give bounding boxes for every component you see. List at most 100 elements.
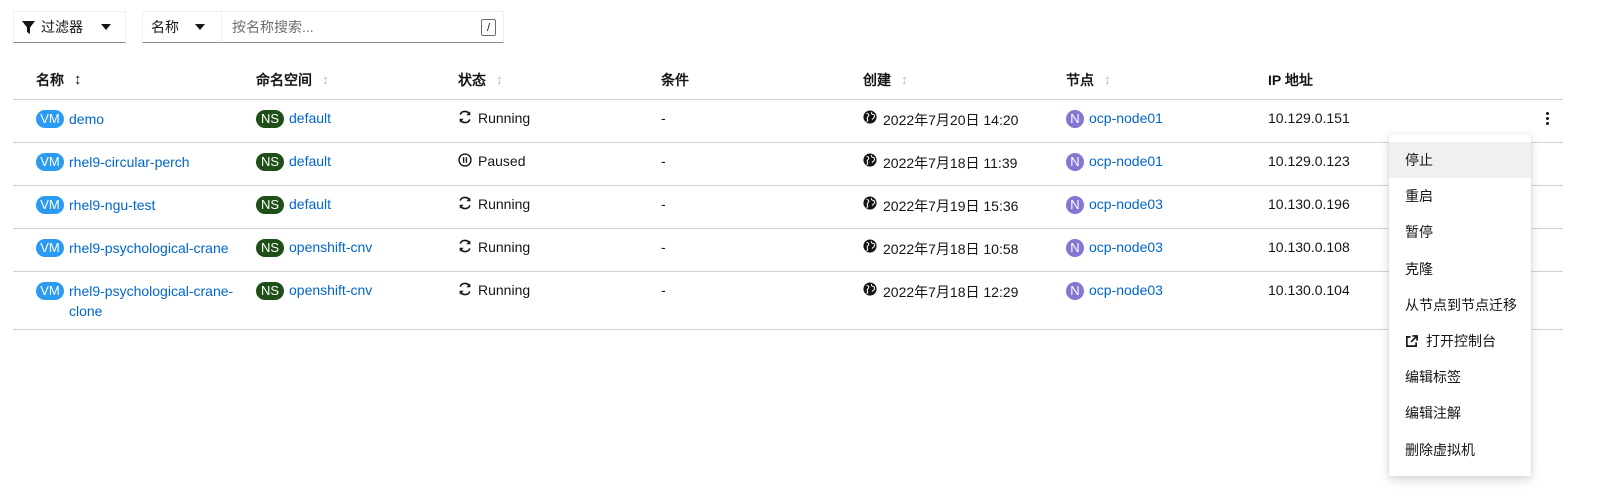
- search-attribute-label: 名称: [151, 19, 179, 35]
- column-header-created[interactable]: 创建 ↕: [863, 61, 1066, 100]
- ip-address: 10.130.0.108: [1268, 238, 1350, 255]
- sort-icon[interactable]: ↕: [322, 73, 329, 86]
- vm-name-link[interactable]: rhel9-psychological-crane: [69, 238, 239, 258]
- vm-name-link[interactable]: rhel9-circular-perch: [69, 152, 239, 172]
- filter-icon: [22, 20, 35, 34]
- table-row: VM rhel9-circular-perch NS default Pause…: [13, 142, 1563, 186]
- table-row: VM rhel9-psychological-crane-clone NS op…: [13, 271, 1563, 330]
- menu-item[interactable]: 编辑注解: [1389, 395, 1531, 431]
- vm-badge: VM: [36, 152, 64, 171]
- node-badge: N: [1066, 281, 1084, 300]
- menu-item[interactable]: 删除虚拟机: [1389, 432, 1531, 468]
- created-timestamp: 2022年7月18日 10:58: [883, 240, 1019, 257]
- sync-icon: [458, 110, 472, 124]
- conditions-text: -: [661, 238, 666, 255]
- menu-item-label: 打开控制台: [1426, 333, 1496, 350]
- sort-icon[interactable]: ↕: [74, 72, 82, 87]
- namespace-badge: NS: [256, 152, 284, 171]
- menu-item-label: 暂停: [1405, 224, 1433, 241]
- globe-icon: [863, 152, 877, 167]
- namespace-link[interactable]: default: [289, 110, 331, 126]
- menu-item-label: 重启: [1405, 188, 1433, 205]
- menu-item[interactable]: 从节点到节点迁移: [1389, 287, 1531, 323]
- created-timestamp: 2022年7月18日 12:29: [883, 283, 1019, 300]
- globe-icon: [863, 195, 877, 210]
- vm-badge: VM: [36, 238, 64, 257]
- kebab-menu-icon[interactable]: [1540, 111, 1554, 125]
- globe-icon: [863, 109, 877, 124]
- menu-item[interactable]: 编辑标签: [1389, 359, 1531, 395]
- namespace-badge: NS: [256, 281, 284, 300]
- caret-down-icon: [195, 24, 205, 30]
- menu-item[interactable]: 重启: [1389, 178, 1531, 214]
- toolbar: 过滤器 名称 /: [13, 11, 504, 43]
- column-header-ip: IP 地址: [1268, 61, 1468, 100]
- vm-name-link[interactable]: rhel9-psychological-crane-clone: [69, 281, 239, 321]
- conditions-text: -: [661, 109, 666, 126]
- ip-address: 10.129.0.151: [1268, 109, 1350, 126]
- sync-icon: [458, 196, 472, 210]
- ip-address: 10.129.0.123: [1268, 152, 1350, 169]
- menu-item[interactable]: 打开控制台: [1389, 323, 1531, 359]
- table-header-row: 名称 ↕ 命名空间 ↕ 状态 ↕ 条件 创建 ↕ 节点 ↕ IP 地址: [13, 61, 1563, 100]
- namespace-link[interactable]: openshift-cnv: [289, 282, 372, 298]
- node-link[interactable]: ocp-node01: [1089, 110, 1163, 126]
- namespace-link[interactable]: openshift-cnv: [289, 239, 372, 255]
- table-row: VM rhel9-ngu-test NS default Running - 2…: [13, 185, 1563, 229]
- node-link[interactable]: ocp-node03: [1089, 239, 1163, 255]
- vm-badge: VM: [36, 195, 64, 214]
- status-text: Running: [478, 109, 531, 126]
- node-link[interactable]: ocp-node03: [1089, 196, 1163, 212]
- column-header-namespace[interactable]: 命名空间 ↕: [256, 61, 458, 100]
- search-attribute-select[interactable]: 名称: [142, 11, 222, 43]
- namespace-badge: NS: [256, 238, 284, 257]
- created-timestamp: 2022年7月19日 15:36: [883, 197, 1019, 214]
- sync-icon: [458, 282, 472, 296]
- menu-item[interactable]: 暂停: [1389, 214, 1531, 250]
- conditions-text: -: [661, 152, 666, 169]
- status-text: Running: [478, 195, 531, 212]
- search-box: /: [222, 11, 504, 43]
- status-text: Running: [478, 238, 531, 255]
- menu-item-label: 编辑注解: [1405, 405, 1461, 422]
- table-row: VM rhel9-psychological-crane NS openshif…: [13, 228, 1563, 272]
- sort-icon[interactable]: ↕: [1104, 73, 1111, 86]
- menu-item-label: 克隆: [1405, 260, 1433, 277]
- vm-name-link[interactable]: demo: [69, 109, 239, 129]
- search-input[interactable]: [230, 18, 470, 36]
- table-row: VM demo NS default Running - 2022年7月20日 …: [13, 99, 1563, 143]
- filter-dropdown-button[interactable]: 过滤器: [13, 11, 126, 43]
- menu-item-label: 停止: [1405, 152, 1433, 169]
- menu-item-label: 删除虚拟机: [1405, 441, 1475, 458]
- vm-table: 名称 ↕ 命名空间 ↕ 状态 ↕ 条件 创建 ↕ 节点 ↕ IP 地址 VM d…: [13, 61, 1563, 330]
- node-link[interactable]: ocp-node03: [1089, 282, 1163, 298]
- sort-icon[interactable]: ↕: [496, 73, 503, 86]
- namespace-link[interactable]: default: [289, 153, 331, 169]
- namespace-link[interactable]: default: [289, 196, 331, 212]
- column-header-status[interactable]: 状态 ↕: [458, 61, 661, 100]
- pause-circle-icon: [458, 152, 472, 167]
- globe-icon: [863, 281, 877, 296]
- status-text: Paused: [478, 152, 526, 169]
- node-badge: N: [1066, 238, 1084, 257]
- menu-item[interactable]: 停止: [1389, 142, 1531, 179]
- filter-label: 过滤器: [41, 19, 83, 35]
- node-badge: N: [1066, 195, 1084, 214]
- sync-icon: [458, 239, 472, 253]
- node-badge: N: [1066, 152, 1084, 171]
- column-header-node[interactable]: 节点 ↕: [1066, 61, 1268, 100]
- menu-item[interactable]: 克隆: [1389, 251, 1531, 287]
- vm-badge: VM: [36, 109, 64, 128]
- conditions-text: -: [661, 281, 666, 298]
- vm-badge: VM: [36, 281, 64, 300]
- vm-actions-menu: 停止重启暂停克隆从节点到节点迁移打开控制台编辑标签编辑注解删除虚拟机: [1389, 134, 1531, 476]
- sort-icon[interactable]: ↕: [901, 73, 908, 86]
- ip-address: 10.130.0.196: [1268, 195, 1350, 212]
- external-link-icon: [1406, 334, 1418, 347]
- node-badge: N: [1066, 109, 1084, 128]
- menu-item-label: 编辑标签: [1405, 369, 1461, 386]
- node-link[interactable]: ocp-node01: [1089, 153, 1163, 169]
- vm-name-link[interactable]: rhel9-ngu-test: [69, 195, 239, 215]
- caret-down-icon: [101, 24, 111, 30]
- column-header-name[interactable]: 名称 ↕: [13, 61, 256, 100]
